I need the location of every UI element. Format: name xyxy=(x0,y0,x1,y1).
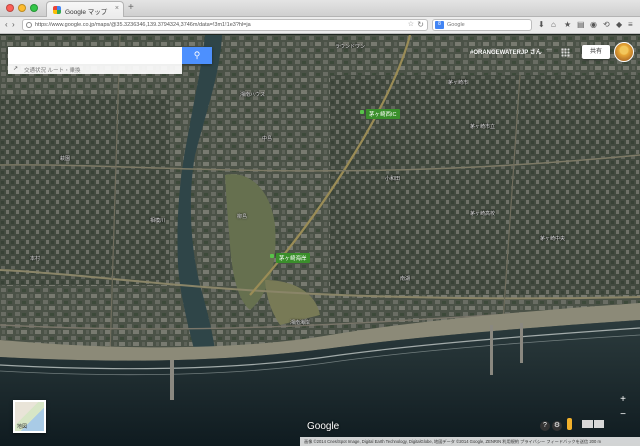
layer-thumbnails[interactable] xyxy=(582,420,604,428)
place-label: 本村 xyxy=(30,256,41,262)
attribution-footer: 画像 ©2014 Cnes/Spot Image, Digital Earth … xyxy=(300,437,640,446)
map-search-input[interactable] xyxy=(8,47,182,64)
more-label: ··· xyxy=(546,47,552,53)
new-tab-button[interactable]: + xyxy=(128,2,134,13)
share-button[interactable]: 共有 xyxy=(582,45,610,59)
place-label: 中島 xyxy=(262,136,273,142)
pocket-icon[interactable]: ◆ xyxy=(616,20,622,29)
place-label: 湘南ハウス xyxy=(240,92,266,98)
route-options[interactable]: ↗ 交通状況 ルート・乗換 xyxy=(8,64,182,74)
apps-grid-icon[interactable] xyxy=(561,48,570,57)
map-type-toggle[interactable]: 地図 xyxy=(13,400,46,433)
place-label: ラウンドワン xyxy=(335,44,366,50)
reload-icon[interactable]: ↻ xyxy=(417,20,424,29)
home-icon[interactable]: ⌂ xyxy=(551,20,556,29)
browser-toolbar: ‹ › https://www.google.co.jp/maps/@35.32… xyxy=(0,17,640,34)
url-text: https://www.google.co.jp/maps/@35.323634… xyxy=(35,22,251,28)
browser-tab-bar: Google マップ × + xyxy=(0,0,640,17)
route-hint: 交通状況 ルート・乗換 xyxy=(24,68,81,74)
download-icon[interactable]: ⬇ xyxy=(538,20,545,29)
map-pin-chigasaki-coast[interactable]: 茅ヶ崎海岸 xyxy=(270,253,310,263)
zoom-out-button[interactable]: − xyxy=(617,409,629,421)
globe-icon xyxy=(26,22,32,28)
place-label: 相模川 xyxy=(150,218,166,224)
avatar[interactable] xyxy=(614,42,634,62)
address-bar[interactable]: https://www.google.co.jp/maps/@35.323634… xyxy=(22,19,428,31)
tab-close-icon[interactable]: × xyxy=(115,5,119,12)
browser-search-field[interactable]: 8 Google xyxy=(432,19,532,31)
map-pin-chigasaki-nishi-ic[interactable]: 茅ヶ崎西IC xyxy=(360,109,400,119)
zoom-window-button[interactable] xyxy=(30,4,38,12)
place-label: 柳島 xyxy=(237,214,248,220)
satellite-map[interactable]: ラウンドワン 茅ヶ崎市 湘南ハウス 茅ヶ崎市立 中島 柳島 萩園 茅ヶ崎中央 相… xyxy=(0,35,640,446)
menu-icon[interactable]: ≡ xyxy=(628,20,633,29)
back-button[interactable]: ‹ xyxy=(5,20,8,29)
place-label: 茅ヶ崎市 xyxy=(448,80,469,86)
browser-search-placeholder: Google xyxy=(447,22,465,28)
bookmark-star-icon[interactable]: ☆ xyxy=(408,20,414,28)
user-name[interactable]: #ORANGEWATERJP さん xyxy=(470,47,542,56)
layer-thumb[interactable] xyxy=(593,420,604,428)
place-label: 小和田 xyxy=(385,176,401,182)
tab-google-maps[interactable]: Google マップ × xyxy=(46,1,124,17)
search-button[interactable]: ⚲ xyxy=(182,47,212,64)
tab-title: Google マップ xyxy=(65,9,108,16)
map-search-box: ⚲ xyxy=(8,47,212,64)
search-icon: ⚲ xyxy=(193,50,201,60)
google-maps-favicon-icon xyxy=(53,6,61,14)
route-icon: ↗ xyxy=(13,66,19,72)
help-icon[interactable]: ? xyxy=(540,421,550,431)
bookmarks-star-icon[interactable]: ★ xyxy=(564,20,571,29)
place-label: 茅ヶ崎中央 xyxy=(540,236,566,242)
place-label: 湘南海岸 xyxy=(290,320,311,326)
layer-thumb[interactable] xyxy=(582,420,593,428)
sync-icon[interactable]: ⟲ xyxy=(603,20,610,29)
pegman-street-view-icon[interactable] xyxy=(567,418,572,430)
settings-gear-icon[interactable]: ⚙ xyxy=(552,421,562,431)
place-label: 萩園 xyxy=(60,156,71,162)
zoom-in-button[interactable]: + xyxy=(617,394,629,406)
search-engine-icon[interactable]: 8 xyxy=(435,21,444,29)
close-window-button[interactable] xyxy=(6,4,14,12)
place-label: 南湖 xyxy=(400,276,411,282)
forward-button[interactable]: › xyxy=(12,20,15,29)
minimap-label: 地図 xyxy=(17,424,28,430)
place-label: 茅ヶ崎市立 xyxy=(470,124,496,130)
extension-icon[interactable]: ◉ xyxy=(590,20,597,29)
reading-list-icon[interactable]: ▤ xyxy=(577,20,585,29)
minimize-window-button[interactable] xyxy=(18,4,26,12)
google-logo: Google xyxy=(307,421,340,432)
place-label: 茅ヶ崎高校 xyxy=(470,211,496,217)
